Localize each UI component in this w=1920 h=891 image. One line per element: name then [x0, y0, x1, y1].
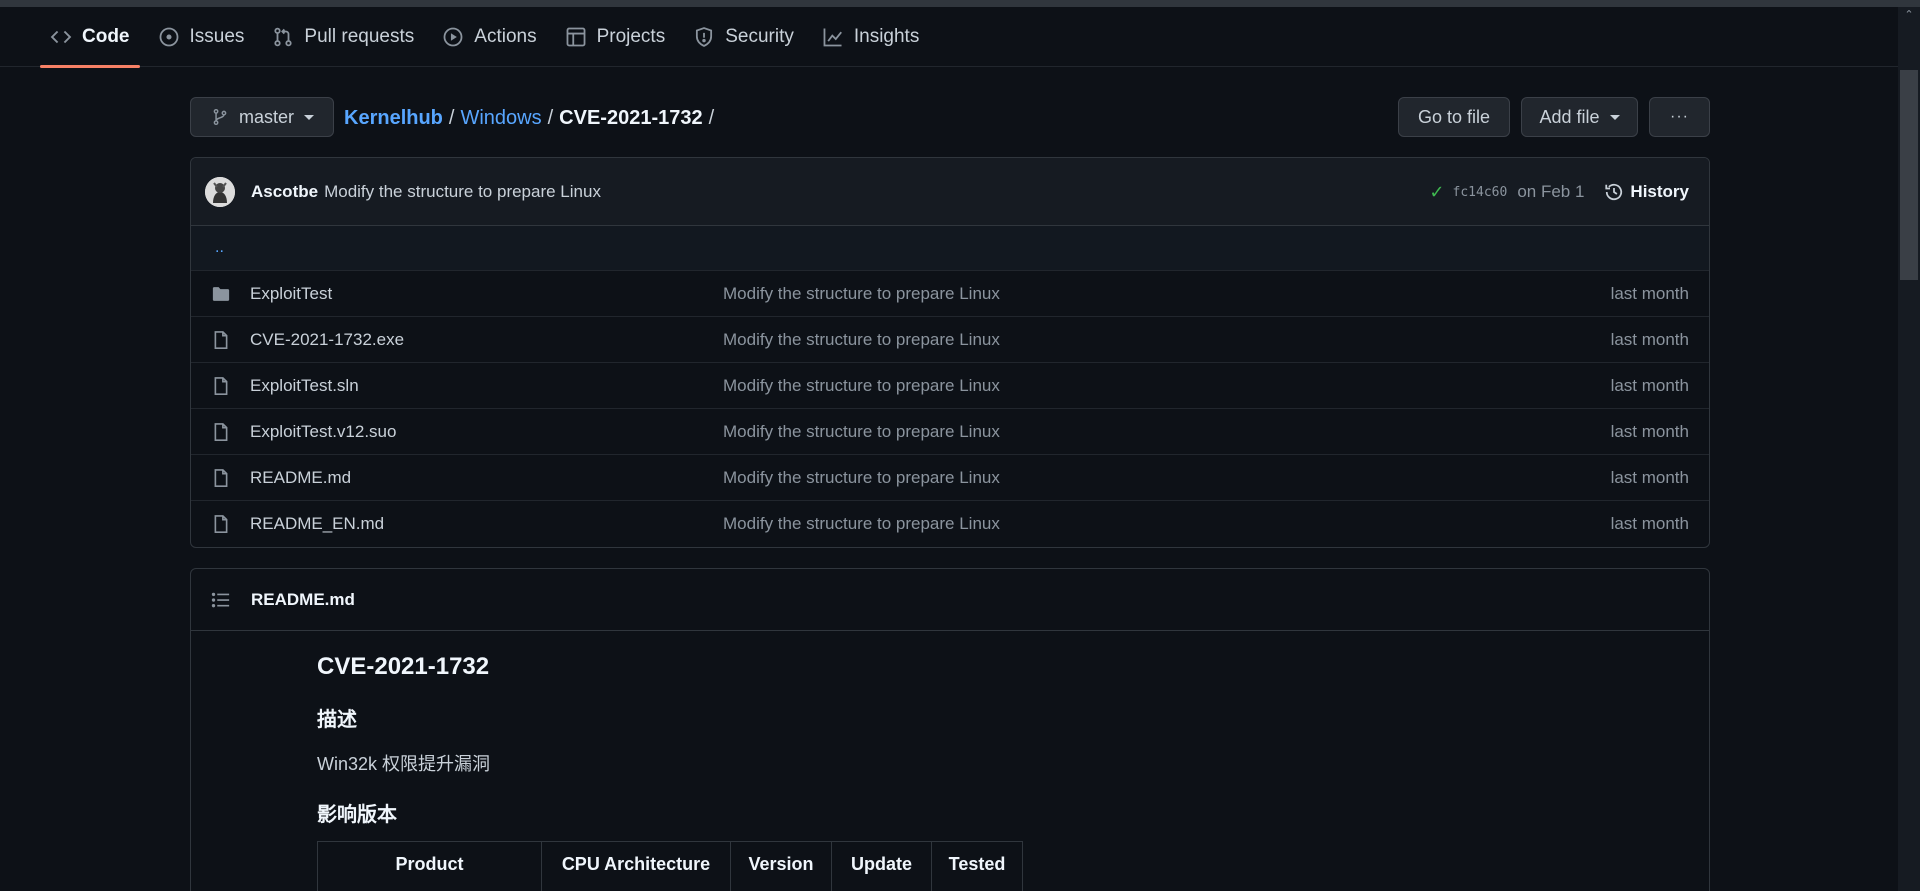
file-name-link[interactable]: ExploitTest.sln: [250, 376, 359, 396]
branch-label: master: [239, 106, 295, 127]
tab-projects[interactable]: Projects: [555, 7, 676, 67]
tab-label: Security: [725, 25, 794, 47]
tab-label: Projects: [596, 25, 666, 47]
tab-label: Pull requests: [304, 25, 415, 47]
commit-author-link[interactable]: Ascotbe: [251, 182, 318, 202]
file-commit-message-link[interactable]: Modify the structure to prepare Linux: [723, 514, 1000, 534]
commit-sha-link[interactable]: fc14c60: [1453, 185, 1508, 200]
shield-icon: [693, 26, 715, 48]
folder-icon: [211, 284, 231, 304]
file-row[interactable]: README.md Modify the structure to prepar…: [191, 455, 1709, 501]
table-header-cell: Update: [832, 842, 932, 891]
tab-code[interactable]: Code: [40, 7, 140, 68]
readme-header: README.md: [191, 569, 1709, 631]
latest-commit-bar: Ascotbe Modify the structure to prepare …: [191, 158, 1709, 226]
more-options-button[interactable]: ···: [1649, 97, 1710, 137]
readme-section-heading: 影响版本: [317, 804, 397, 826]
caret-down-icon: [1609, 114, 1620, 120]
breadcrumb-separator: /: [547, 106, 554, 129]
table-header-cell: Tested: [948, 854, 1006, 874]
commit-message-link[interactable]: Modify the structure to prepare Linux: [324, 182, 601, 202]
add-file-button[interactable]: Add file: [1521, 97, 1638, 137]
file-name-link[interactable]: README_EN.md: [250, 514, 384, 534]
parent-directory-link[interactable]: ..: [191, 226, 1709, 271]
file-row[interactable]: README_EN.md Modify the structure to pre…: [191, 501, 1709, 547]
readme-section-heading: 描述: [317, 709, 357, 731]
file-commit-message-link[interactable]: Modify the structure to prepare Linux: [723, 422, 1000, 442]
caret-down-icon: [304, 114, 315, 120]
history-label: History: [1630, 182, 1689, 201]
tab-pull-requests[interactable]: Pull requests: [262, 7, 424, 67]
breadcrumb-owner-link[interactable]: Kernelhub: [344, 107, 443, 130]
go-to-file-button[interactable]: Go to file: [1398, 97, 1510, 137]
play-icon: [442, 26, 464, 48]
avatar[interactable]: [205, 176, 235, 207]
file-row[interactable]: CVE-2021-1732.exe Modify the structure t…: [191, 317, 1709, 363]
file-icon: [211, 376, 231, 396]
table-header-cell: Version: [731, 842, 832, 891]
list-unordered-icon[interactable]: [211, 590, 231, 610]
add-file-label: Add file: [1539, 106, 1600, 127]
commit-date: on Feb 1: [1517, 182, 1585, 201]
kebab-horizontal-icon: ···: [1670, 108, 1689, 125]
tab-security[interactable]: Security: [683, 7, 804, 67]
readme-paragraph: Win32k 权限提升漏洞: [317, 754, 491, 774]
commit-meta: ✓ fc14c60 on Feb 1 History: [1429, 158, 1689, 226]
readme-panel: README.md CVE-2021-1732 描述 Win32k 权限提升漏洞…: [190, 568, 1710, 891]
file-commit-message-link[interactable]: Modify the structure to prepare Linux: [723, 468, 1000, 488]
history-icon: [1604, 182, 1624, 202]
file-name-link[interactable]: ExploitTest.v12.suo: [250, 422, 396, 442]
file-row[interactable]: ExploitTest.v12.suo Modify the structure…: [191, 409, 1709, 455]
file-row[interactable]: ExploitTest Modify the structure to prep…: [191, 271, 1709, 317]
tab-actions[interactable]: Actions: [432, 7, 546, 67]
file-commit-message-link[interactable]: Modify the structure to prepare Linux: [723, 330, 1000, 350]
breadcrumb-current: CVE-2021-1732: [559, 106, 703, 129]
file-browser: Ascotbe Modify the structure to prepare …: [190, 157, 1710, 548]
file-icon: [211, 422, 231, 442]
scroll-up-icon[interactable]: ⌃: [1903, 9, 1915, 21]
history-link[interactable]: History: [1604, 182, 1689, 202]
affected-versions-table: Product CPU Architecture Version Update …: [317, 841, 1023, 891]
issue-icon: [158, 26, 180, 48]
file-icon: [211, 468, 231, 488]
tab-label: Insights: [853, 25, 920, 47]
pull-request-icon: [272, 26, 294, 48]
check-icon[interactable]: ✓: [1429, 182, 1444, 203]
file-name-link[interactable]: CVE-2021-1732.exe: [250, 330, 404, 350]
graph-icon: [822, 26, 844, 48]
breadcrumb-separator: /: [708, 106, 715, 129]
table-header-cell: Product: [318, 842, 542, 891]
file-icon: [211, 330, 231, 350]
tab-label: Code: [82, 25, 130, 47]
breadcrumb: Kernelhub / Windows / CVE-2021-1732 /: [344, 104, 720, 132]
file-commit-age: last month: [1610, 514, 1689, 533]
file-row[interactable]: ExploitTest.sln Modify the structure to …: [191, 363, 1709, 409]
file-commit-age: last month: [1610, 283, 1689, 303]
code-icon: [50, 26, 72, 48]
readme-file-title: README.md: [251, 589, 355, 609]
tab-label: Issues: [189, 25, 245, 47]
file-commit-message-link[interactable]: Modify the structure to prepare Linux: [723, 376, 1000, 396]
readme-heading: CVE-2021-1732: [317, 653, 490, 680]
git-branch-icon: [211, 108, 229, 126]
go-to-file-label: Go to file: [1417, 106, 1491, 127]
file-name-link[interactable]: ExploitTest: [250, 284, 332, 304]
file-commit-age: last month: [1610, 421, 1689, 441]
file-commit-age: last month: [1610, 329, 1689, 349]
file-commit-age: last month: [1610, 375, 1689, 395]
branch-select-button[interactable]: master: [190, 97, 334, 137]
tab-issues[interactable]: Issues: [148, 7, 255, 67]
scrollbar-thumb[interactable]: [1900, 70, 1918, 280]
table-header-cell: CPU Architecture: [542, 842, 731, 891]
file-icon: [211, 514, 231, 534]
file-commit-age: last month: [1610, 467, 1689, 487]
file-commit-message-link[interactable]: Modify the structure to prepare Linux: [723, 284, 1000, 304]
tab-insights[interactable]: Insights: [812, 7, 929, 67]
tab-label: Actions: [474, 25, 537, 47]
table-icon: [565, 26, 587, 48]
breadcrumb-separator: /: [448, 106, 455, 129]
repo-nav: Code Issues Pull requests Actions Projec…: [0, 7, 1898, 68]
breadcrumb-folder-link[interactable]: Windows: [460, 107, 541, 130]
file-name-link[interactable]: README.md: [250, 468, 351, 488]
